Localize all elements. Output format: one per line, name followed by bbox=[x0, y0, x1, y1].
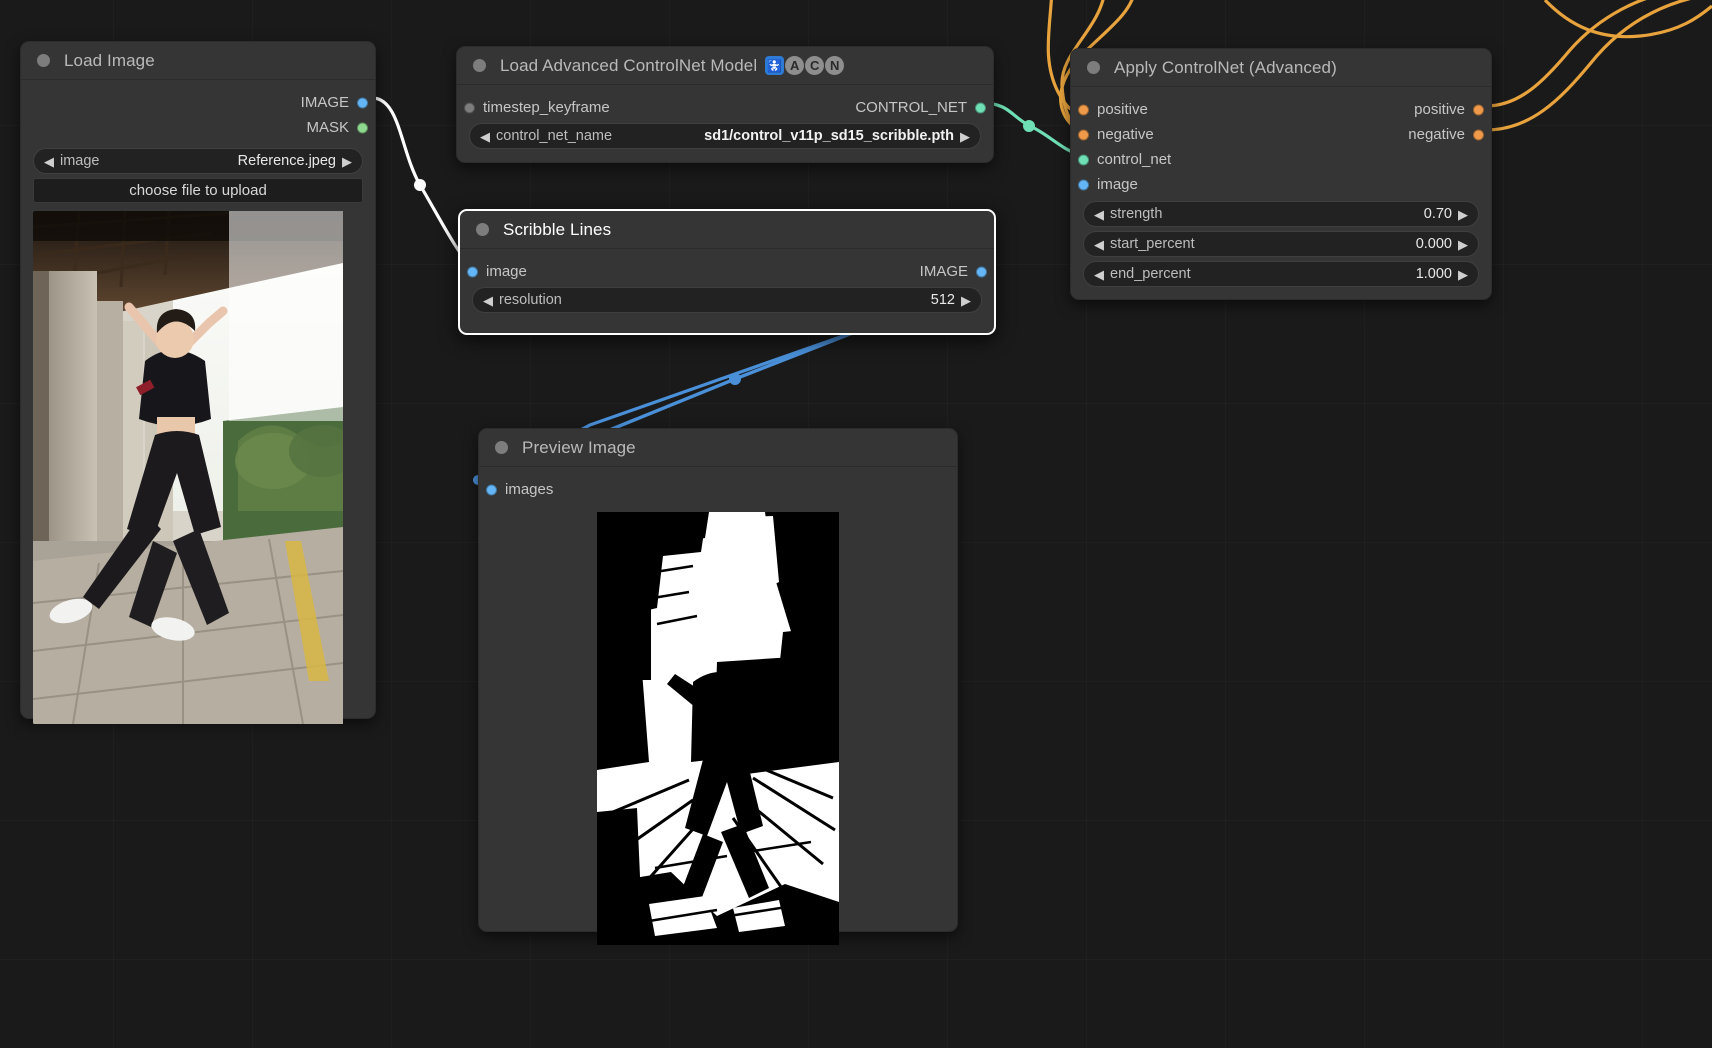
node-title-text: Apply ControlNet (Advanced) bbox=[1114, 57, 1337, 77]
input-slot-image[interactable]: image bbox=[460, 259, 727, 284]
timestep-keyframe-port-icon[interactable] bbox=[464, 102, 475, 113]
reference-photo bbox=[33, 211, 343, 724]
widget-value: 1.000 bbox=[1415, 266, 1452, 282]
widget-value: 0.000 bbox=[1415, 236, 1452, 252]
image-input-port-icon[interactable] bbox=[1078, 179, 1089, 190]
widget-value: sd1/control_v11p_sd15_scribble.pth bbox=[704, 128, 954, 144]
node-title-text: Load Advanced ControlNet Model bbox=[500, 55, 758, 75]
preview-image-area bbox=[479, 502, 957, 945]
image-input-port-icon[interactable] bbox=[467, 266, 478, 277]
widget-control-net-name[interactable]: ◀ control_net_name sd1/control_v11p_sd15… bbox=[469, 123, 981, 149]
widget-label: control_net_name bbox=[496, 128, 613, 144]
chevron-left-icon[interactable]: ◀ bbox=[42, 155, 56, 168]
chevron-right-icon[interactable]: ▶ bbox=[959, 294, 973, 307]
node-body: images bbox=[479, 467, 957, 957]
output-slot-positive[interactable]: positive bbox=[1302, 97, 1491, 122]
node-body: IMAGE MASK ◀ image Reference.jpeg ▶ choo… bbox=[21, 80, 375, 736]
node-body: positive positive negative negative cont… bbox=[1071, 87, 1491, 303]
node-title-bar[interactable]: Scribble Lines bbox=[460, 211, 994, 249]
scribble-preview-image bbox=[597, 512, 839, 945]
node-scribble-lines[interactable]: Scribble Lines image IMAGE ◀ resolution … bbox=[458, 209, 996, 335]
node-title-text: Scribble Lines bbox=[503, 219, 612, 239]
node-title-bar[interactable]: Load Image bbox=[21, 42, 375, 80]
output-slot-image[interactable]: IMAGE bbox=[727, 259, 994, 284]
widget-label: strength bbox=[1110, 206, 1163, 222]
input-slot-negative[interactable]: negative bbox=[1071, 122, 1302, 147]
node-apply-controlnet-advanced[interactable]: Apply ControlNet (Advanced) positive pos… bbox=[1070, 48, 1492, 300]
widget-image-combo[interactable]: ◀ image Reference.jpeg ▶ bbox=[33, 148, 363, 174]
chevron-right-icon[interactable]: ▶ bbox=[1456, 208, 1470, 221]
node-load-image[interactable]: Load Image IMAGE MASK ◀ image Reference.… bbox=[20, 41, 376, 724]
node-title-bar[interactable]: Preview Image bbox=[479, 429, 957, 467]
control-net-input-port-icon[interactable] bbox=[1078, 154, 1089, 165]
input-slot-control-net[interactable]: control_net bbox=[1071, 147, 1491, 172]
widget-label: resolution bbox=[499, 292, 562, 308]
chevron-left-icon[interactable]: ◀ bbox=[478, 130, 492, 143]
node-graph-canvas[interactable]: Load Image IMAGE MASK ◀ image Reference.… bbox=[0, 0, 1712, 1048]
collapse-dot-icon[interactable] bbox=[476, 223, 489, 236]
chevron-left-icon[interactable]: ◀ bbox=[1092, 268, 1106, 281]
widget-value: 512 bbox=[930, 292, 955, 308]
node-title-text: Load Image bbox=[64, 50, 155, 70]
node-title-badges: 🚼 A C N bbox=[765, 56, 845, 75]
badge-a-icon: A bbox=[785, 56, 805, 75]
images-input-port-icon[interactable] bbox=[486, 484, 497, 495]
node-body: timestep_keyframe CONTROL_NET ◀ control_… bbox=[457, 85, 993, 165]
input-slot-images[interactable]: images bbox=[479, 477, 957, 502]
widget-value: 0.70 bbox=[1423, 206, 1452, 222]
output-slot-label: CONTROL_NET bbox=[855, 99, 967, 116]
node-preview-image[interactable]: Preview Image images bbox=[478, 428, 958, 945]
positive-input-port-icon[interactable] bbox=[1078, 104, 1089, 115]
output-slot-negative[interactable]: negative bbox=[1302, 122, 1491, 147]
acn-logo-icon: 🚼 bbox=[765, 56, 785, 75]
chevron-left-icon[interactable]: ◀ bbox=[1092, 238, 1106, 251]
widget-resolution[interactable]: ◀ resolution 512 ▶ bbox=[472, 287, 982, 313]
output-slot-control-net[interactable]: CONTROL_NET bbox=[725, 95, 993, 120]
collapse-dot-icon[interactable] bbox=[37, 54, 50, 67]
chevron-right-icon[interactable]: ▶ bbox=[1456, 238, 1470, 251]
chevron-right-icon[interactable]: ▶ bbox=[958, 130, 972, 143]
widget-label: start_percent bbox=[1110, 236, 1195, 252]
output-slot-mask[interactable]: MASK bbox=[21, 115, 375, 140]
node-load-advanced-controlnet-model[interactable]: Load Advanced ControlNet Model 🚼 A C N t… bbox=[456, 46, 994, 163]
control-net-output-port-icon[interactable] bbox=[975, 102, 986, 113]
widget-end-percent[interactable]: ◀ end_percent 1.000 ▶ bbox=[1083, 261, 1479, 287]
input-slot-image[interactable]: image bbox=[1071, 172, 1491, 197]
input-slot-label: timestep_keyframe bbox=[483, 99, 610, 116]
chevron-left-icon[interactable]: ◀ bbox=[1092, 208, 1106, 221]
widget-start-percent[interactable]: ◀ start_percent 0.000 ▶ bbox=[1083, 231, 1479, 257]
negative-input-port-icon[interactable] bbox=[1078, 129, 1089, 140]
badge-c-icon: C bbox=[805, 56, 825, 75]
chevron-left-icon[interactable]: ◀ bbox=[481, 294, 495, 307]
chevron-right-icon[interactable]: ▶ bbox=[1456, 268, 1470, 281]
input-slot-positive[interactable]: positive bbox=[1071, 97, 1302, 122]
image-output-port-icon[interactable] bbox=[976, 266, 987, 277]
widget-label: end_percent bbox=[1110, 266, 1191, 282]
output-slot-image[interactable]: IMAGE bbox=[21, 90, 375, 115]
node-title-bar[interactable]: Load Advanced ControlNet Model 🚼 A C N bbox=[457, 47, 993, 85]
node-body: image IMAGE ◀ resolution 512 ▶ bbox=[460, 249, 994, 329]
widget-value: Reference.jpeg bbox=[237, 153, 336, 169]
widget-label: image bbox=[60, 153, 100, 169]
positive-output-port-icon[interactable] bbox=[1473, 104, 1484, 115]
collapse-dot-icon[interactable] bbox=[495, 441, 508, 454]
badge-n-icon: N bbox=[825, 56, 845, 75]
chevron-right-icon[interactable]: ▶ bbox=[340, 155, 354, 168]
node-title-text: Preview Image bbox=[522, 437, 636, 457]
button-label: choose file to upload bbox=[129, 182, 267, 199]
negative-output-port-icon[interactable] bbox=[1473, 129, 1484, 140]
loaded-image-preview bbox=[33, 211, 363, 724]
collapse-dot-icon[interactable] bbox=[473, 59, 486, 72]
image-output-port-icon[interactable] bbox=[357, 97, 368, 108]
node-title-bar[interactable]: Apply ControlNet (Advanced) bbox=[1071, 49, 1491, 87]
mask-output-port-icon[interactable] bbox=[357, 122, 368, 133]
widget-strength[interactable]: ◀ strength 0.70 ▶ bbox=[1083, 201, 1479, 227]
choose-file-to-upload-button[interactable]: choose file to upload bbox=[33, 178, 363, 203]
collapse-dot-icon[interactable] bbox=[1087, 61, 1100, 74]
